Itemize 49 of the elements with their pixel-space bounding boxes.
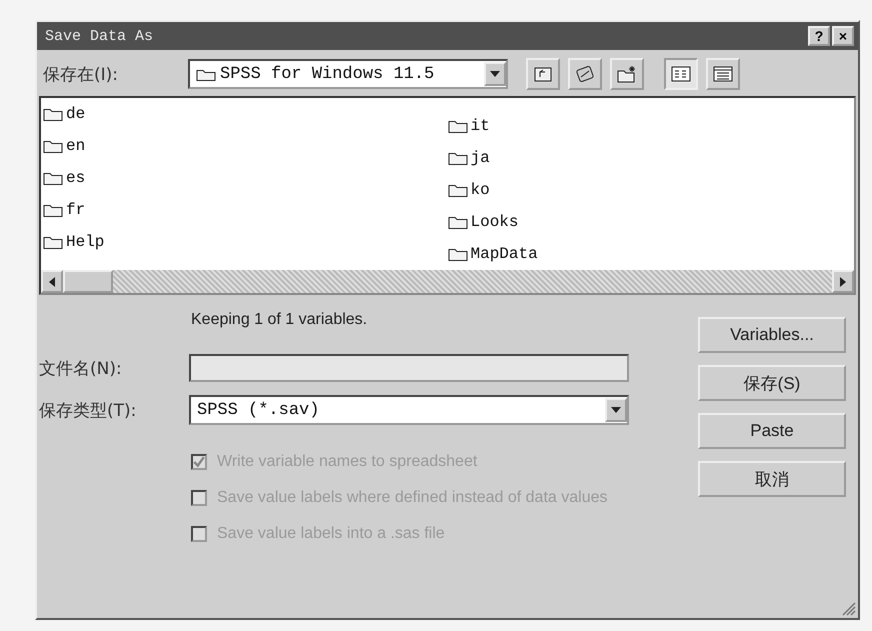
file-type-label: 保存类型(T): <box>39 400 138 422</box>
folder-item[interactable]: en <box>43 134 448 158</box>
dialog-button[interactable]: 保存(S) <box>698 365 846 401</box>
file-name-label: 文件名(N): <box>39 358 123 380</box>
details-view-button[interactable] <box>706 58 740 90</box>
folder-icon <box>43 138 63 154</box>
folder-item[interactable]: es <box>43 166 448 190</box>
folder-icon <box>448 214 468 230</box>
details-view-icon <box>713 66 734 82</box>
new-folder-icon <box>617 65 638 83</box>
scrollbar-thumb[interactable] <box>63 270 113 293</box>
left-arrow-icon <box>49 276 55 286</box>
folder-icon <box>448 118 468 134</box>
up-folder-icon <box>533 65 554 83</box>
up-folder-button[interactable] <box>526 58 560 90</box>
right-arrow-icon <box>840 276 846 286</box>
horizontal-scrollbar[interactable] <box>41 270 854 293</box>
folder-item[interactable]: fr <box>43 198 448 222</box>
new-folder-button[interactable] <box>610 58 644 90</box>
window-title: Save Data As <box>45 28 154 44</box>
title-button[interactable]: ? <box>808 26 830 46</box>
folder-icon <box>448 246 468 262</box>
folder-icon <box>448 150 468 166</box>
folder-icon <box>43 202 63 218</box>
folder-item[interactable]: Help <box>43 230 448 254</box>
list-view-icon <box>671 66 692 82</box>
resize-grip-icon <box>842 602 856 616</box>
dialog-button[interactable]: 取消 <box>698 461 846 497</box>
folder-item[interactable]: Looks <box>448 210 852 234</box>
look-in-label: 保存在(I): <box>43 64 118 86</box>
folder-icon <box>43 234 63 250</box>
look-in-dropdown[interactable]: SPSS for Windows 11.5 <box>188 59 508 89</box>
list-view-button[interactable] <box>664 58 698 90</box>
folder-icon <box>43 170 63 186</box>
title-button[interactable]: × <box>832 26 854 46</box>
folder-item[interactable]: de <box>43 102 448 126</box>
dialog-button[interactable]: Variables... <box>698 317 846 353</box>
folder-icon <box>43 106 63 122</box>
check-icon <box>193 456 205 468</box>
folder-item[interactable]: it <box>448 114 852 138</box>
folder-item[interactable]: ja <box>448 146 852 170</box>
folder-item[interactable]: MapData <box>448 242 852 266</box>
file-name-field[interactable] <box>189 354 629 382</box>
dialog-button[interactable]: Paste <box>698 413 846 449</box>
desktop-button[interactable] <box>568 58 602 90</box>
folder-item[interactable]: ko <box>448 178 852 202</box>
status-text: Keeping 1 of 1 variables. <box>191 311 368 330</box>
file-type-dropdown[interactable]: SPSS (*.sav) <box>189 395 629 425</box>
folder-icon <box>448 182 468 198</box>
